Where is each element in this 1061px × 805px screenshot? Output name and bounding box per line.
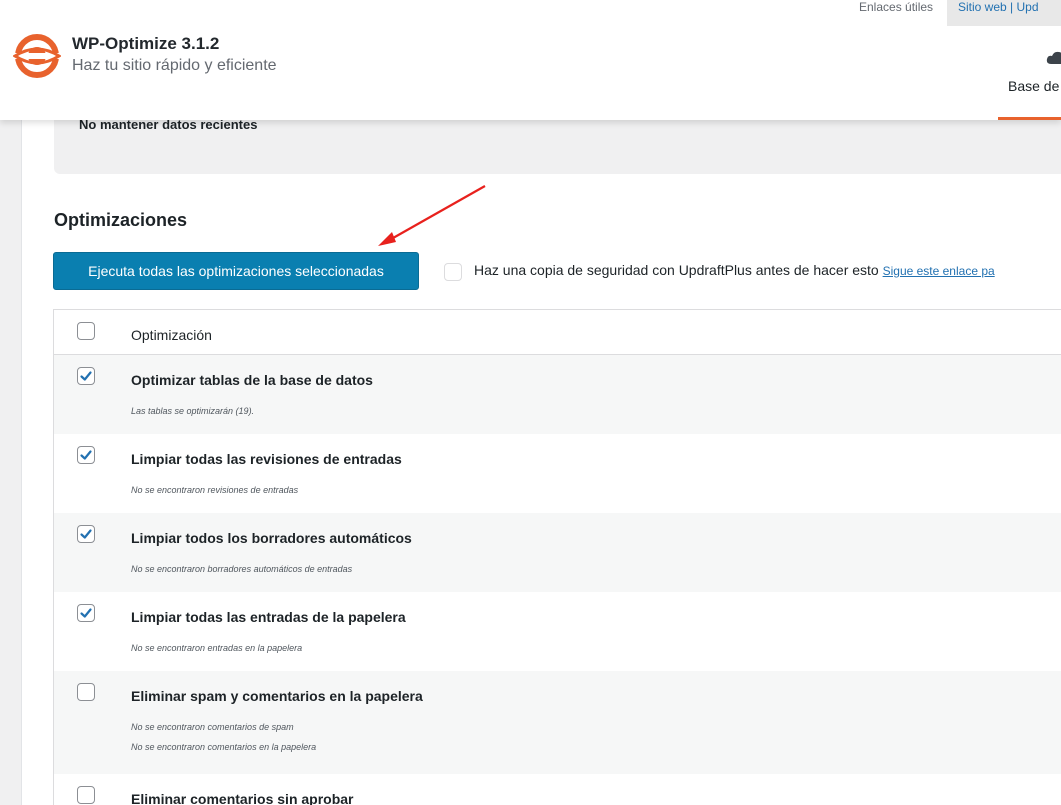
- annotation-arrow-icon: [378, 185, 486, 246]
- tab-database[interactable]: Base de: [998, 48, 1061, 120]
- tab-database-label: Base de: [1008, 78, 1060, 94]
- optimization-checkbox[interactable]: [77, 446, 95, 464]
- select-all-checkbox[interactable]: [77, 322, 95, 340]
- app-title: WP-Optimize 3.1.2: [72, 34, 220, 53]
- table-row: Eliminar spam y comentarios en la papele…: [54, 671, 1061, 774]
- table-row: Limpiar todos los borradores automáticos…: [54, 513, 1061, 592]
- wp-optimize-logo-icon: [13, 34, 61, 78]
- backup-option: Haz una copia de seguridad con UpdraftPl…: [474, 262, 995, 278]
- admin-left-edge: [0, 0, 22, 805]
- optimization-description: No se encontraron borradores automáticos…: [131, 564, 353, 574]
- table-header: Optimización: [54, 310, 1061, 355]
- website-link[interactable]: Sitio web | Upd: [947, 0, 1061, 26]
- optimization-description: No se encontraron comentarios en la pape…: [131, 742, 317, 752]
- optimization-description: No se encontraron comentarios de spam: [131, 722, 294, 732]
- backup-checkbox[interactable]: [444, 263, 462, 281]
- optimization-checkbox[interactable]: [77, 683, 95, 701]
- optimization-title: Eliminar spam y comentarios en la papele…: [131, 688, 423, 704]
- optimizations-table: Optimización Optimizar tablas de la base…: [53, 309, 1061, 805]
- optimization-title: Limpiar todos los borradores automáticos: [131, 530, 412, 546]
- optimization-checkbox[interactable]: [77, 367, 95, 385]
- plugin-header: WP-Optimize 3.1.2 Haz tu sitio rápido y …: [0, 0, 1061, 120]
- app-tagline: Haz tu sitio rápido y eficiente: [72, 57, 277, 74]
- optimization-checkbox[interactable]: [77, 525, 95, 543]
- optimization-title: Optimizar tablas de la base de datos: [131, 372, 373, 388]
- useful-links-link[interactable]: Enlaces útiles: [859, 0, 933, 26]
- optimization-checkbox[interactable]: [77, 786, 95, 804]
- database-cloud-icon: [1046, 51, 1061, 64]
- table-row: Eliminar comentarios sin aprobar: [54, 774, 1061, 805]
- table-row: Limpiar todas las revisiones de entradas…: [54, 434, 1061, 513]
- optimization-title: Eliminar comentarios sin aprobar: [131, 791, 354, 805]
- optimization-checkbox[interactable]: [77, 604, 95, 622]
- optimizations-heading: Optimizaciones: [54, 210, 188, 230]
- backup-info-link[interactable]: Sigue este enlace pa: [883, 264, 995, 278]
- optimization-description: No se encontraron entradas en la papeler…: [131, 643, 303, 653]
- optimization-title: Limpiar todas las revisiones de entradas: [131, 451, 402, 467]
- optimization-description: No se encontraron revisiones de entradas: [131, 485, 299, 495]
- run-all-optimizations-button[interactable]: Ejecuta todas las optimizaciones selecci…: [53, 252, 419, 290]
- table-row: Optimizar tablas de la base de datos Las …: [54, 355, 1061, 434]
- optimization-description: Las tablas se optimizarán (19).: [131, 406, 255, 416]
- active-tab-indicator: [998, 117, 1061, 120]
- top-links: Enlaces útiles Sitio web | Upd: [0, 0, 1061, 26]
- column-header-optimization: Optimización: [131, 327, 212, 343]
- optimization-title: Limpiar todas las entradas de la papeler…: [131, 609, 406, 625]
- table-row: Limpiar todas las entradas de la papeler…: [54, 592, 1061, 671]
- backup-label: Haz una copia de seguridad con UpdraftPl…: [474, 262, 879, 278]
